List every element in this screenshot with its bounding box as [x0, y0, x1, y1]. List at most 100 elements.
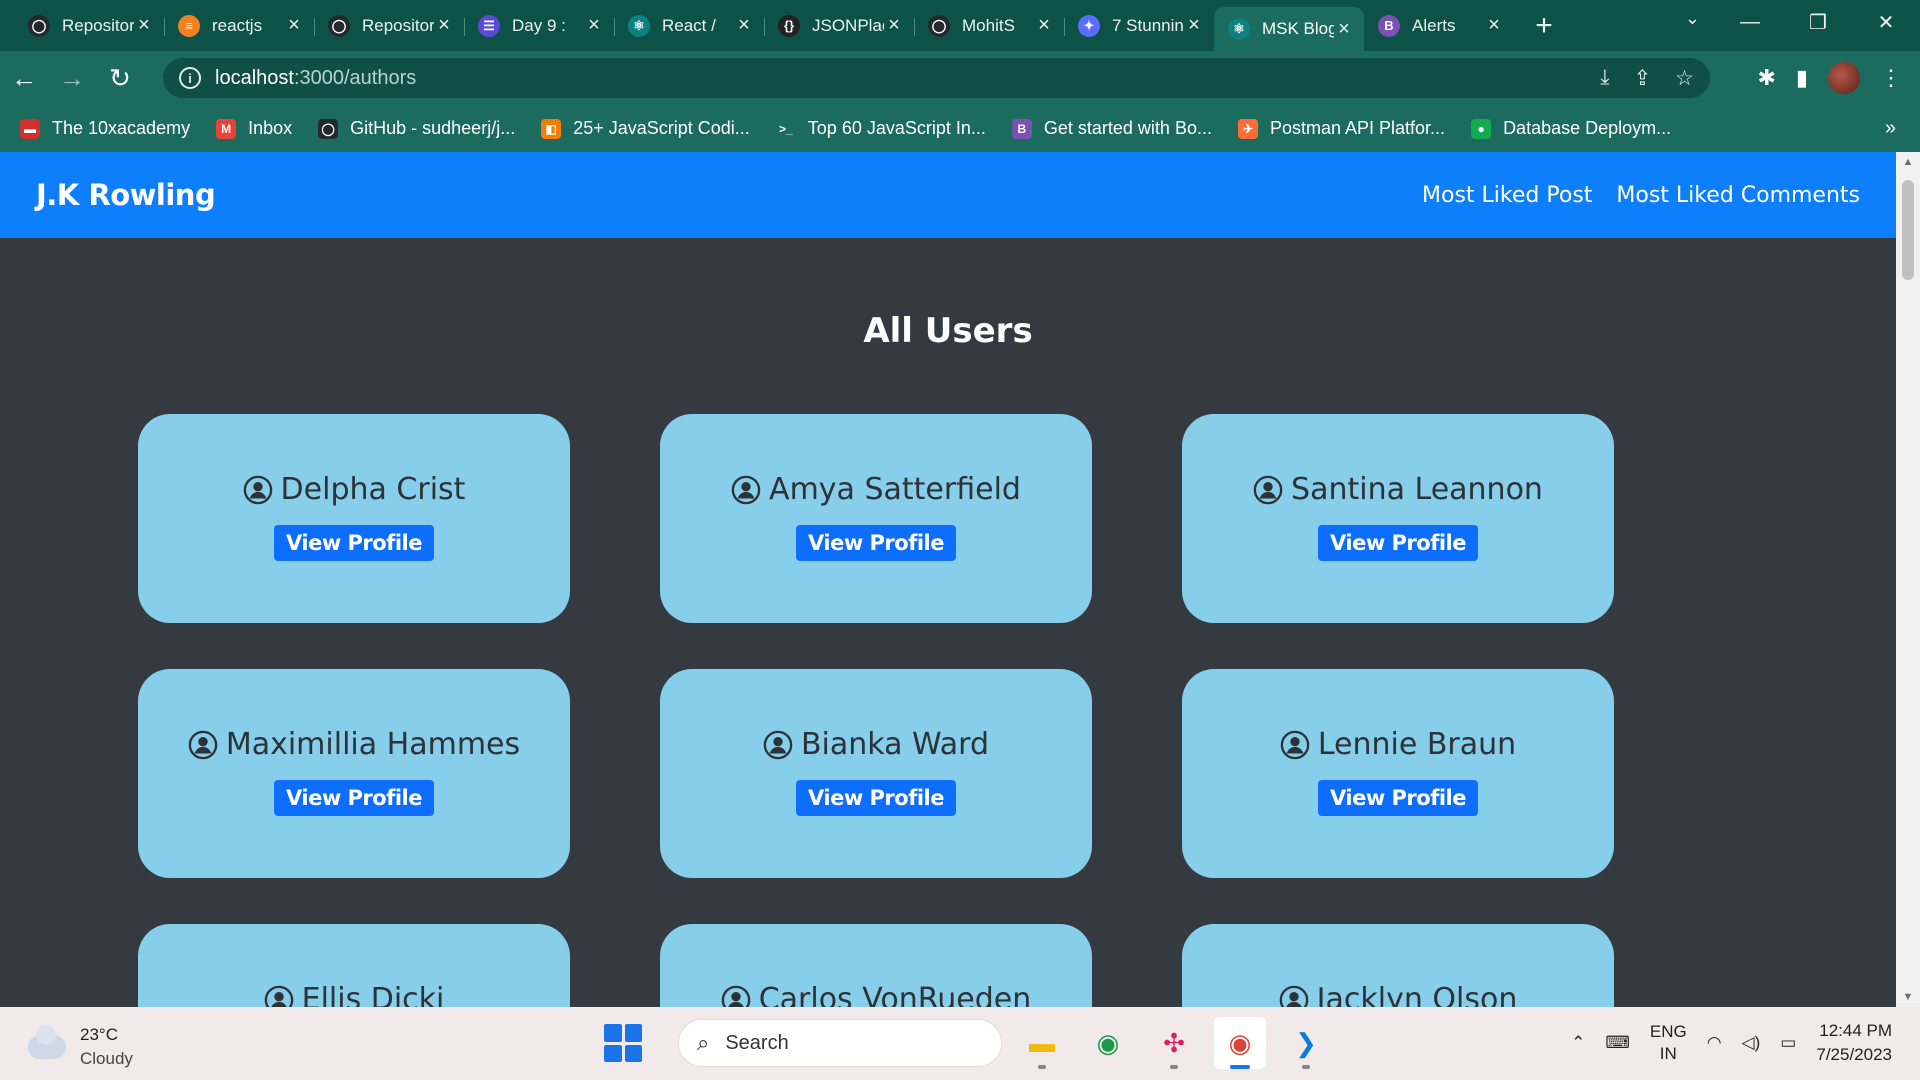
vscode-icon[interactable]: ❯: [1280, 1017, 1332, 1069]
bookmark-item[interactable]: >_ Top 60 JavaScript In...: [775, 118, 986, 139]
close-tab-icon[interactable]: ×: [434, 14, 454, 37]
tab-title: React /: [662, 15, 716, 35]
close-tab-icon[interactable]: ×: [134, 14, 154, 37]
tab[interactable]: ◯ Repositories×: [314, 7, 464, 45]
chrome-icon[interactable]: ◉: [1082, 1017, 1134, 1069]
tab-title: 7 Stunning: [1112, 15, 1184, 35]
tab[interactable]: ☰ Day 9 : ×: [464, 7, 614, 45]
language-indicator[interactable]: ENG IN: [1650, 1021, 1687, 1065]
bookmark-label: GitHub - sudheerj/j...: [350, 118, 516, 138]
tab-title: Repositories: [62, 15, 134, 35]
address-bar[interactable]: i localhost:3000/authors ⤓ ⇪ ☆: [163, 58, 1710, 98]
scroll-up-icon[interactable]: ▲: [1896, 152, 1920, 172]
new-tab-icon[interactable]: +: [1524, 6, 1564, 46]
user-name-row: Ellis Dicki: [264, 982, 444, 1007]
view-profile-button[interactable]: View Profile: [1318, 525, 1478, 561]
tab[interactable]: ⚛ MSK Blog ×: [1214, 7, 1364, 51]
close-tab-icon[interactable]: ×: [1334, 18, 1354, 41]
stackoverflow-icon: ≡: [178, 14, 200, 37]
battery-icon[interactable]: ▭: [1780, 1033, 1796, 1053]
brand-link[interactable]: J.K Rowling: [36, 178, 216, 212]
install-app-icon[interactable]: ⤓: [1600, 66, 1609, 90]
tab[interactable]: {} JSONPlaceholder×: [764, 7, 914, 45]
clock[interactable]: 12:44 PM 7/25/2023: [1816, 1019, 1892, 1067]
windows-start-icon[interactable]: [604, 1024, 642, 1062]
bookmark-item[interactable]: ◯ GitHub - sudheerj/j...: [318, 118, 515, 139]
github-icon: ◯: [328, 14, 350, 37]
gmail-icon: M: [216, 118, 237, 139]
tab[interactable]: ◯ MohitS ×: [914, 7, 1064, 45]
bookmark-star-icon[interactable]: ☆: [1675, 66, 1694, 91]
user-card: Delpha Crist View Profile: [138, 414, 570, 623]
tab[interactable]: B Alerts ×: [1364, 7, 1514, 45]
close-tab-icon[interactable]: ×: [884, 14, 904, 37]
side-panel-icon[interactable]: ▮: [1796, 65, 1808, 91]
url-host: localhost: [215, 66, 294, 89]
view-profile-button[interactable]: View Profile: [796, 780, 956, 816]
nav-most-liked-post[interactable]: Most Liked Post: [1422, 183, 1592, 208]
reload-icon[interactable]: ↻: [96, 58, 144, 98]
view-profile-button[interactable]: View Profile: [274, 525, 434, 561]
bookmark-item[interactable]: ● Database Deploym...: [1471, 118, 1671, 139]
weather-temp: 23°C: [80, 1025, 118, 1044]
user-name-row: Santina Leannon: [1253, 472, 1543, 507]
close-tab-icon[interactable]: ×: [284, 14, 304, 37]
user-card: Lennie Braun View Profile: [1182, 669, 1614, 878]
forward-icon[interactable]: →: [48, 58, 96, 98]
menu-icon[interactable]: ⋮: [1880, 65, 1902, 91]
profile-avatar[interactable]: [1828, 62, 1860, 94]
tab[interactable]: ✦ 7 Stunning×: [1064, 7, 1214, 45]
tab[interactable]: ≡ reactjs ×: [164, 7, 314, 45]
close-window-icon[interactable]: ✕: [1852, 0, 1920, 44]
tab-search-icon[interactable]: ⌄: [1685, 8, 1700, 29]
page-scrollbar[interactable]: ▲ ▼: [1896, 152, 1920, 1007]
view-profile-button[interactable]: View Profile: [796, 525, 956, 561]
scroll-thumb[interactable]: [1902, 180, 1914, 280]
user-name-row: Amya Satterfield: [731, 472, 1021, 507]
close-tab-icon[interactable]: ×: [584, 14, 604, 37]
view-profile-button[interactable]: View Profile: [1318, 780, 1478, 816]
tab[interactable]: ◯ Repositories×: [14, 7, 164, 45]
scroll-down-icon[interactable]: ▼: [1896, 987, 1920, 1007]
bookmark-item[interactable]: ▬ The 10xacademy: [20, 118, 190, 139]
user-circle-icon: [264, 985, 293, 1007]
more-bookmarks-icon[interactable]: »: [1885, 117, 1896, 140]
file-explorer-icon[interactable]: ▬: [1016, 1017, 1068, 1069]
close-tab-icon[interactable]: ×: [1484, 14, 1504, 37]
app-navbar: J.K Rowling Most Liked Post Most Liked C…: [0, 152, 1896, 238]
close-tab-icon[interactable]: ×: [1184, 14, 1204, 37]
close-tab-icon[interactable]: ×: [1034, 14, 1054, 37]
volume-icon[interactable]: ◁): [1742, 1033, 1761, 1053]
json-icon: {}: [778, 14, 800, 37]
restore-icon[interactable]: ❐: [1784, 0, 1852, 44]
tab-title: MohitS: [962, 15, 1015, 35]
wifi-icon[interactable]: ◠: [1707, 1033, 1722, 1053]
bookmark-item[interactable]: ✈ Postman API Platfor...: [1237, 118, 1445, 139]
user-name: Amya Satterfield: [769, 472, 1021, 507]
extensions-icon[interactable]: ✱: [1757, 65, 1775, 91]
taskbar-search[interactable]: ⌕ Search: [678, 1019, 1002, 1067]
weather-widget[interactable]: 23°C Cloudy: [28, 1023, 133, 1071]
tab-title: Alerts: [1412, 15, 1456, 35]
nav-most-liked-comments[interactable]: Most Liked Comments: [1616, 183, 1860, 208]
bookmark-list: ▬ The 10xacademy M Inbox ◯ GitHub - sudheerj/…: [20, 118, 1697, 139]
react-icon: ⚛: [1228, 18, 1250, 40]
slack-icon[interactable]: ✣: [1148, 1017, 1200, 1069]
keyboard-icon[interactable]: ⌨: [1605, 1033, 1630, 1053]
bookmark-item[interactable]: ◧ 25+ JavaScript Codi...: [541, 118, 750, 139]
user-circle-icon: [1253, 475, 1283, 504]
close-tab-icon[interactable]: ×: [734, 14, 754, 37]
bookmark-item[interactable]: B Get started with Bo...: [1011, 118, 1212, 139]
view-profile-button[interactable]: View Profile: [274, 780, 434, 816]
minimize-icon[interactable]: —: [1716, 0, 1784, 44]
bookmark-label: Inbox: [248, 118, 293, 138]
tab[interactable]: ⚛ React / ×: [614, 7, 764, 45]
back-icon[interactable]: ←: [0, 58, 48, 98]
bookmark-item[interactable]: M Inbox: [216, 118, 292, 139]
url-text[interactable]: localhost:3000/authors: [215, 67, 416, 90]
site-info-icon[interactable]: i: [179, 67, 201, 89]
chrome-profile-icon[interactable]: ◉: [1214, 1017, 1266, 1069]
share-icon[interactable]: ⇪: [1634, 66, 1652, 91]
github-icon: ◯: [928, 14, 950, 37]
show-hidden-icons-icon[interactable]: ⌃: [1571, 1033, 1585, 1053]
